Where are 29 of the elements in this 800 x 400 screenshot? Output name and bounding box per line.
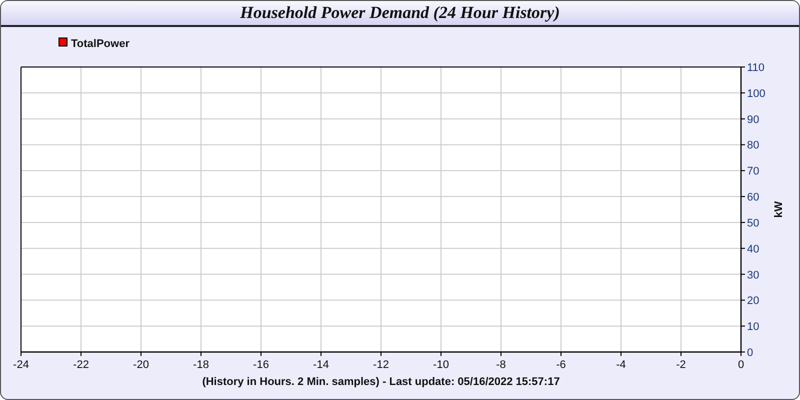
y-tick-label: 110 (747, 62, 765, 74)
x-axis-title: (History in Hours. 2 Min. samples) - Last update: 05/16/2022 15:57:17 (202, 376, 560, 388)
x-tick-label: -4 (616, 359, 626, 371)
x-tick-label: -22 (73, 359, 89, 371)
y-tick-label: 100 (747, 88, 766, 100)
legend-label: TotalPower (71, 38, 130, 50)
y-tick-label: 30 (747, 269, 760, 282)
y-tick-label: 0 (747, 347, 754, 359)
y-axis-title: kW (773, 201, 785, 218)
x-tick-label: -2 (676, 359, 686, 371)
x-tick-label: -8 (496, 359, 506, 371)
y-tick-label: 80 (747, 140, 760, 152)
y-tick-label: 40 (747, 243, 760, 256)
y-tick-label: 50 (747, 217, 760, 230)
x-tick-label: -24 (13, 359, 29, 371)
x-tick-label: -10 (433, 359, 449, 371)
y-tick-label: 60 (747, 192, 760, 204)
x-tick-label: -12 (373, 359, 389, 371)
y-tick-label: 20 (747, 295, 760, 308)
y-tick-label: 70 (747, 166, 760, 178)
y-tick-label: 10 (747, 321, 760, 334)
chart-title: Household Power Demand (24 Hour History) (240, 3, 560, 23)
x-tick-label: -6 (556, 359, 566, 371)
x-tick-label: -14 (313, 359, 329, 371)
x-tick-label: -18 (193, 359, 209, 371)
x-tick-label: -16 (253, 359, 269, 371)
y-tick-label: 90 (747, 114, 760, 126)
x-tick-label: 0 (738, 359, 744, 371)
x-tick-label: -20 (133, 359, 149, 371)
